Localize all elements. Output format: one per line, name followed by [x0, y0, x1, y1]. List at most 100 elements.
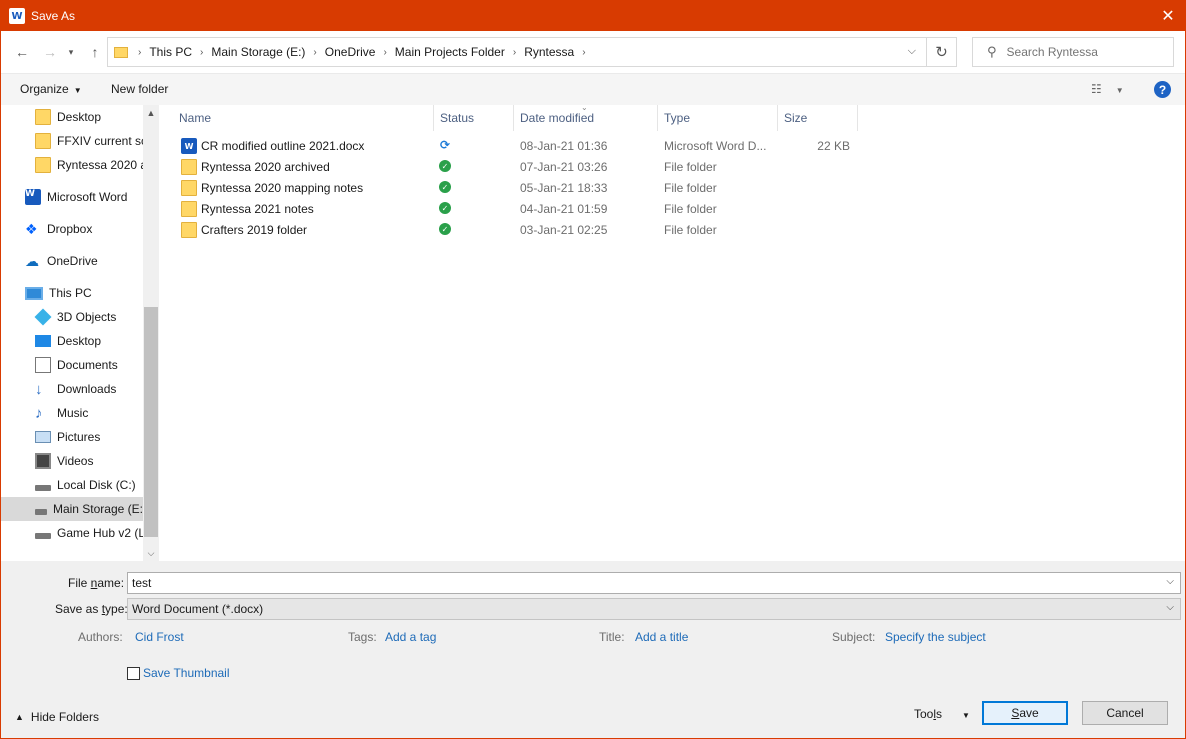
close-button[interactable]: ✕ [1151, 1, 1185, 31]
search-box[interactable]: ⚲ [972, 37, 1174, 67]
breadcrumb-item[interactable]: This PC [149, 45, 192, 59]
title-value[interactable]: Add a title [635, 630, 688, 644]
tags-label: Tags: [348, 630, 377, 644]
save-button[interactable]: Save [982, 701, 1068, 725]
sidebar-item-music[interactable]: ♪ Music [35, 401, 88, 425]
save-form: File name: test ⌵ Save as type: Word Doc… [1, 561, 1185, 738]
sidebar-item-label: Desktop [57, 110, 102, 124]
sidebar-item-label: Local Disk (C:) [57, 478, 136, 492]
sidebar-item-videos[interactable]: Videos [35, 449, 93, 473]
desktop-icon [35, 335, 51, 347]
sidebar-item-label: Main Storage (E: [52, 502, 143, 516]
folder-icon [35, 109, 51, 125]
cancel-button[interactable]: Cancel [1082, 701, 1168, 725]
breadcrumb-item[interactable]: OneDrive [325, 45, 376, 59]
search-input[interactable] [1006, 45, 1157, 59]
column-header-name[interactable]: Name [173, 105, 434, 131]
table-row[interactable]: Ryntessa 2020 archived ✓ 07-Jan-21 03:26… [173, 157, 863, 178]
table-row[interactable]: Ryntessa 2021 notes ✓ 04-Jan-21 01:59 Fi… [173, 199, 863, 220]
sidebar-item-ryntessa-archive[interactable]: Ryntessa 2020 ar [35, 153, 143, 177]
sidebar-item-documents[interactable]: Documents [35, 353, 118, 377]
sidebar-item-downloads[interactable]: ↓ Downloads [35, 377, 116, 401]
breadcrumb-item[interactable]: Ryntessa [524, 45, 574, 59]
window-title: Save As [31, 9, 76, 23]
filename-label: File name: [68, 576, 125, 590]
column-header-type[interactable]: Type [658, 105, 778, 131]
sidebar-item-label: Desktop [57, 334, 102, 348]
arrow-left-icon: ← [15, 44, 29, 60]
title-label: Title: [599, 630, 625, 644]
sidebar-item-ffxiv[interactable]: FFXIV current sc [35, 129, 143, 153]
breadcrumb-separator-icon[interactable]: › [383, 47, 386, 58]
sidebar-item-local-disk[interactable]: Local Disk (C:) [35, 473, 136, 497]
file-date: 05-Jan-21 18:33 [520, 181, 608, 195]
scrollbar-thumb[interactable] [144, 307, 158, 537]
table-row[interactable]: W CR modified outline 2021.docx ⟳ 08-Jan… [173, 136, 863, 157]
organize-button[interactable]: Organize ▼ [20, 82, 82, 96]
sidebar-item-label: Game Hub v2 (L [57, 526, 143, 540]
breadcrumb-separator-icon[interactable]: › [582, 47, 585, 58]
title-bar: W Save As ✕ [1, 1, 1185, 31]
recent-locations-button[interactable]: ▾ [65, 43, 77, 61]
tags-value[interactable]: Add a tag [385, 630, 436, 644]
sidebar-item-game-hub[interactable]: Game Hub v2 (L [35, 521, 143, 545]
breadcrumb-separator-icon[interactable]: › [200, 47, 203, 58]
authors-value[interactable]: Cid Frost [135, 630, 184, 644]
drive-icon [35, 485, 51, 491]
sidebar-item-microsoft-word[interactable]: W Microsoft Word [25, 185, 127, 209]
breadcrumb-item[interactable]: Main Storage (E:) [211, 45, 305, 59]
tools-button[interactable]: Tools ▼ [914, 707, 970, 721]
caret-down-icon: ▼ [1115, 86, 1124, 95]
file-name: Ryntessa 2021 notes [201, 202, 314, 216]
address-bar[interactable]: › This PC › Main Storage (E:) › OneDrive… [107, 37, 957, 67]
folder-icon [35, 157, 51, 173]
sidebar-item-main-storage[interactable]: Main Storage (E: [1, 497, 143, 521]
hide-folders-button[interactable]: ▲ Hide Folders [15, 710, 99, 724]
savetype-select[interactable]: Word Document (*.docx) ⌵ [127, 598, 1181, 620]
breadcrumb-item[interactable]: Main Projects Folder [395, 45, 505, 59]
savetype-value: Word Document (*.docx) [132, 602, 264, 616]
save-thumbnail-label[interactable]: Save Thumbnail [143, 666, 230, 680]
arrow-up-icon: ↑ [91, 44, 99, 60]
change-view-button[interactable]: ☷ ▼ [1091, 82, 1124, 96]
scroll-up-icon[interactable]: ▲ [143, 105, 159, 121]
save-thumbnail-checkbox[interactable] [127, 667, 140, 680]
cube-icon [34, 308, 52, 326]
sidebar-item-onedrive[interactable]: ☁ OneDrive [25, 249, 98, 273]
subject-value[interactable]: Specify the subject [885, 630, 986, 644]
refresh-button[interactable]: ↻ [926, 38, 956, 66]
file-date: 07-Jan-21 03:26 [520, 160, 608, 174]
sidebar-item-label: Downloads [57, 382, 117, 396]
filename-field[interactable]: test ⌵ [127, 572, 1181, 594]
sidebar-item-this-pc[interactable]: This PC [25, 281, 92, 305]
chevron-down-icon[interactable]: ⌵ [1166, 576, 1174, 587]
forward-button[interactable]: → [41, 43, 59, 61]
folder-icon [181, 180, 197, 196]
sidebar-item-dropbox[interactable]: ❖ Dropbox [25, 217, 92, 241]
file-date: 08-Jan-21 01:36 [520, 139, 608, 153]
navigation-scrollbar[interactable]: ▲ ⌵ [143, 105, 159, 561]
sidebar-item-desktop-quick[interactable]: Desktop [35, 105, 101, 129]
refresh-icon: ↻ [935, 44, 948, 61]
new-folder-button[interactable]: New folder [111, 82, 168, 96]
help-button[interactable]: ? [1154, 81, 1171, 98]
table-row[interactable]: Crafters 2019 folder ✓ 03-Jan-21 02:25 F… [173, 220, 863, 241]
videos-icon [35, 453, 51, 469]
sidebar-item-pictures[interactable]: Pictures [35, 425, 100, 449]
file-date: 03-Jan-21 02:25 [520, 223, 608, 237]
breadcrumb-separator-icon[interactable]: › [513, 47, 516, 58]
music-icon: ♪ [35, 405, 43, 422]
scroll-down-icon[interactable]: ⌵ [143, 545, 159, 561]
breadcrumb-separator-icon[interactable]: › [313, 47, 316, 58]
sidebar-item-desktop[interactable]: Desktop [35, 329, 101, 353]
sidebar-item-label: Videos [57, 454, 94, 468]
address-dropdown-icon[interactable]: ⌵ [908, 45, 916, 58]
table-row[interactable]: Ryntessa 2020 mapping notes ✓ 05-Jan-21 … [173, 178, 863, 199]
up-button[interactable]: ↑ [86, 43, 104, 61]
column-header-size[interactable]: Size [778, 105, 858, 131]
sidebar-item-3d-objects[interactable]: 3D Objects [34, 305, 116, 329]
chevron-down-icon: ⌵ [1166, 602, 1174, 613]
synced-check-icon: ✓ [439, 223, 451, 235]
column-header-status[interactable]: Status [434, 105, 514, 131]
back-button[interactable]: ← [13, 43, 31, 61]
